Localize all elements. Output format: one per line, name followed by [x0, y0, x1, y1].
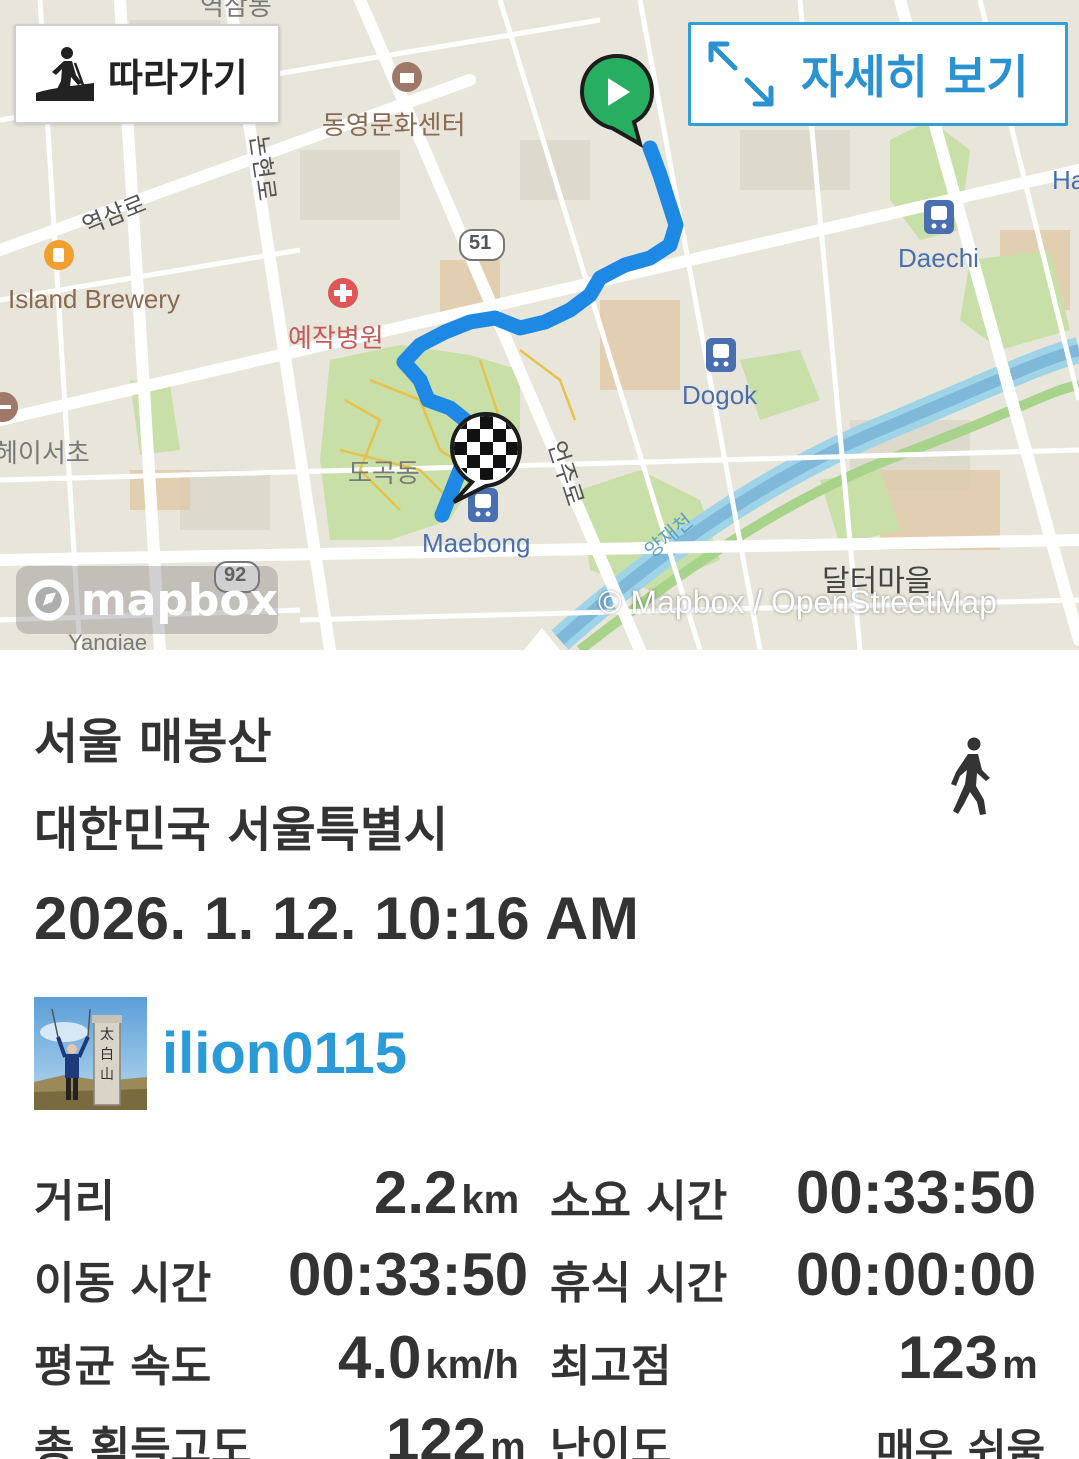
route-map[interactable]: 역삼동 동영문화센터 역삼로 Island Brewery 예작병원 헤이서초 …	[0, 0, 1079, 650]
start-marker-icon[interactable]	[578, 52, 656, 148]
trip-title: 서울 매봉산	[34, 714, 272, 770]
stat-label: 난이도	[550, 1423, 672, 1459]
avatar-sign-char: 太	[100, 1027, 114, 1043]
stat-unit: km/h	[425, 1343, 519, 1387]
stat-unit: m	[490, 1425, 526, 1459]
walking-person-icon	[951, 737, 990, 815]
stat-label: 거리	[34, 1176, 115, 1227]
finish-marker-icon[interactable]	[446, 410, 526, 506]
stat-value: 00:33:50	[796, 1159, 1037, 1226]
distance-value: 2.2 km	[374, 1158, 519, 1227]
stat-value: 매우 쉬움	[876, 1425, 1046, 1459]
expand-arrows-icon	[708, 41, 774, 107]
stat-value: 00:00:00	[796, 1241, 1037, 1308]
user-avatar[interactable]: 太 白 山	[34, 997, 147, 1110]
avatar-sign-char: 白	[100, 1047, 114, 1063]
mapbox-logo[interactable]: mapbox	[16, 566, 278, 634]
avg-speed-value: 4.0 km/h	[338, 1323, 519, 1392]
hiker-avatar: 太 白 山	[34, 997, 147, 1110]
stat-label: 소요 시간	[550, 1176, 728, 1227]
max-elevation-value: 123 m	[898, 1323, 1038, 1392]
elevation-gain-value: 122 m	[386, 1405, 526, 1459]
username-link[interactable]: ilion0115	[162, 1020, 407, 1087]
stat-label: 총 획득고도	[34, 1423, 252, 1459]
stat-unit: km	[461, 1178, 520, 1222]
map-attribution[interactable]: © Mapbox / OpenStreetMap	[598, 584, 997, 621]
trip-datetime: 2026. 1. 12. 10:16 AM	[34, 885, 640, 952]
trip-region: 대한민국 서울특별시	[34, 802, 449, 858]
stat-label: 최고점	[550, 1341, 672, 1392]
mapbox-logo-text: mapbox	[80, 574, 278, 626]
stat-unit: m	[1002, 1343, 1038, 1387]
view-details-label: 자세히 보기	[801, 50, 1029, 104]
stat-value: 123	[898, 1324, 999, 1391]
stat-value: 4.0	[338, 1324, 422, 1391]
trip-info-panel: 서울 매봉산 대한민국 서울특별시 2026. 1. 12. 10:16 AM …	[0, 650, 1079, 1459]
map-callout-pointer	[524, 628, 560, 650]
follow-button[interactable]: 따라가기	[14, 24, 280, 124]
view-details-button[interactable]: 자세히 보기	[688, 22, 1068, 126]
stat-value: 122	[386, 1406, 487, 1459]
follow-button-label: 따라가기	[108, 55, 248, 100]
stat-value: 00:33:50	[288, 1241, 529, 1308]
avatar-sign-char: 山	[100, 1067, 114, 1083]
stat-label: 평균 속도	[34, 1341, 212, 1392]
stat-label: 휴식 시간	[550, 1258, 728, 1309]
hiker-icon	[36, 47, 94, 101]
stat-label: 이동 시간	[34, 1258, 212, 1309]
stat-value: 2.2	[374, 1159, 458, 1226]
mapbox-logo-icon	[27, 579, 70, 621]
